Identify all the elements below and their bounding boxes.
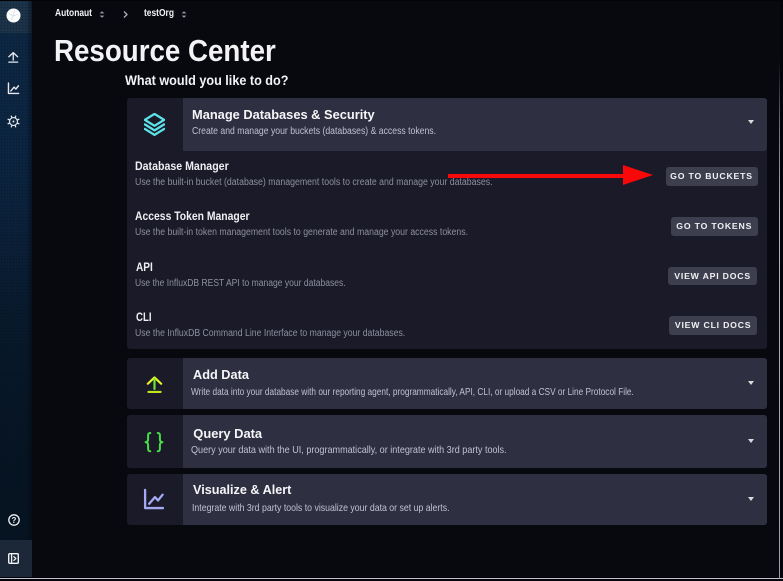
svg-text:?: ? — [11, 515, 16, 524]
